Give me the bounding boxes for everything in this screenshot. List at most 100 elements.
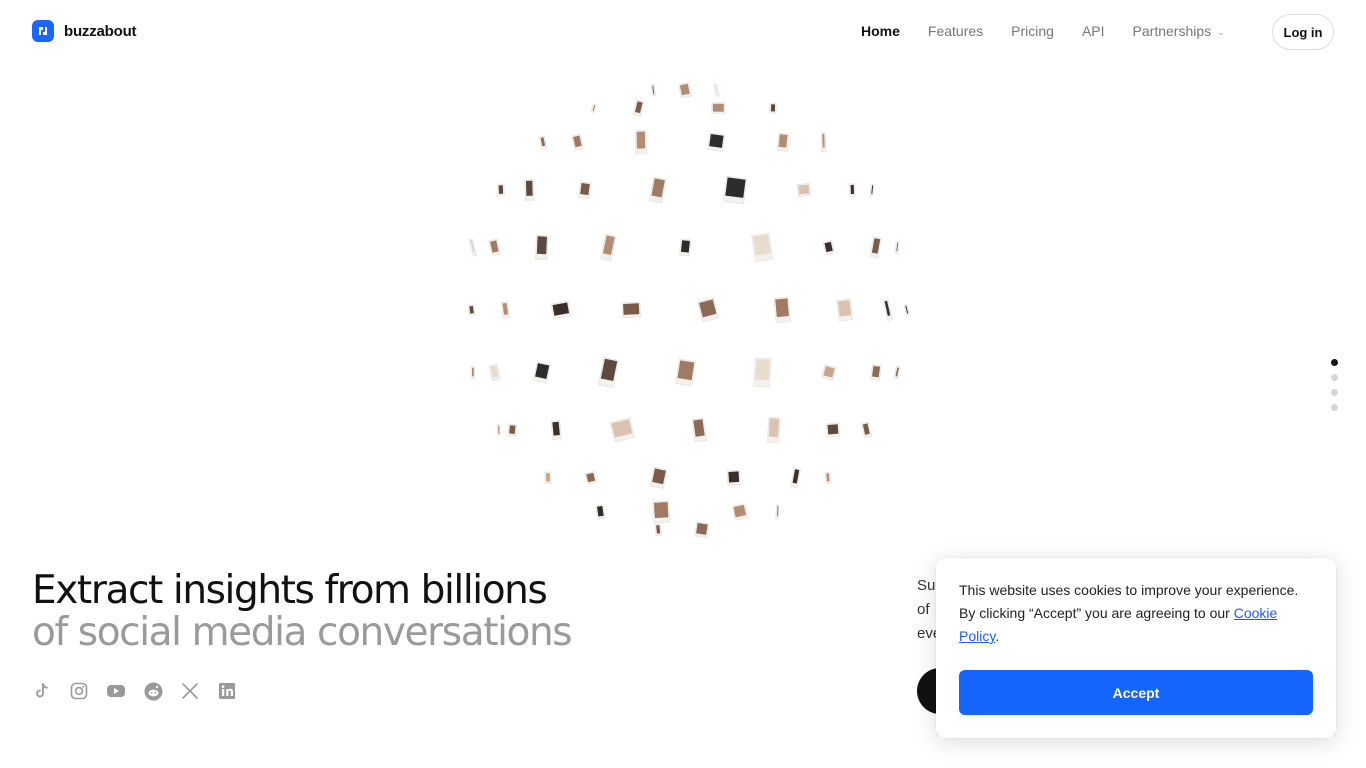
post-thumbnail [767, 416, 781, 444]
youtube-icon[interactable] [106, 681, 126, 701]
post-thumbnail [649, 466, 668, 489]
post-thumbnail [550, 300, 572, 320]
post-thumbnail [538, 135, 547, 149]
post-thumbnail [496, 424, 500, 436]
post-thumbnail [571, 133, 584, 151]
post-thumbnail [707, 132, 726, 152]
post-thumbnail [544, 471, 552, 485]
post-thumbnail [903, 303, 910, 316]
section-dot[interactable] [1331, 389, 1338, 396]
section-dot[interactable] [1331, 359, 1338, 366]
section-dot[interactable] [1331, 404, 1338, 411]
nav-partnerships[interactable]: Partnerships ⌄ [1133, 23, 1225, 39]
post-thumbnail [654, 523, 662, 537]
post-thumbnail [467, 304, 476, 316]
post-thumbnail [753, 357, 772, 388]
post-thumbnail [550, 420, 562, 440]
post-thumbnail [497, 183, 505, 197]
post-thumbnail [711, 102, 726, 114]
post-thumbnail [713, 83, 720, 97]
post-thumbnail [650, 84, 656, 97]
linkedin-icon[interactable] [217, 681, 237, 701]
post-thumbnail [861, 421, 872, 439]
post-thumbnail [849, 183, 856, 197]
cookie-message-line1: This website uses cookies to improve you… [959, 582, 1299, 598]
post-thumbnail [773, 296, 791, 324]
post-thumbnail [694, 521, 710, 539]
post-thumbnail [532, 361, 551, 384]
post-thumbnail [535, 234, 549, 261]
post-thumbnail [723, 175, 748, 205]
post-thumbnail [524, 179, 535, 201]
post-thumbnail [776, 132, 790, 152]
brand-name: buzzabout [64, 22, 137, 40]
main-nav: Home Features Pricing API Partnerships ⌄ [861, 23, 1253, 39]
post-thumbnail [790, 467, 801, 489]
post-thumbnail [893, 365, 901, 380]
post-thumbnail [825, 422, 841, 438]
post-thumbnail [507, 423, 518, 437]
x-icon[interactable] [180, 681, 200, 701]
post-thumbnail [600, 233, 617, 262]
post-thumbnail [632, 99, 645, 117]
post-thumbnail [882, 299, 893, 321]
section-dot[interactable] [1331, 374, 1338, 381]
post-thumbnail [751, 232, 774, 263]
nav-features[interactable]: Features [928, 23, 983, 39]
post-thumbnail [870, 364, 882, 381]
post-thumbnail [609, 417, 635, 443]
cookie-banner: This website uses cookies to improve you… [936, 558, 1336, 738]
post-thumbnail [488, 238, 501, 257]
nav-pricing[interactable]: Pricing [1011, 23, 1054, 39]
hero-title-line1: Extract insights from billions [32, 568, 548, 613]
nav-api[interactable]: API [1082, 23, 1105, 39]
post-thumbnail [584, 470, 598, 485]
section-dots [1331, 359, 1338, 411]
social-links [32, 681, 237, 701]
post-thumbnail [590, 103, 597, 113]
instagram-icon[interactable] [69, 681, 89, 701]
post-thumbnail [769, 102, 777, 114]
buzzabout-logo-icon [32, 20, 54, 42]
post-thumbnail [697, 297, 720, 323]
post-thumbnail [679, 238, 692, 257]
post-thumbnail [869, 236, 882, 259]
post-thumbnail [775, 504, 780, 520]
site-header: buzzabout Home Features Pricing API Part… [0, 0, 1366, 64]
post-thumbnail [675, 358, 696, 387]
hero-title: Extract insights from billions of social… [32, 568, 573, 655]
post-thumbnail [836, 298, 854, 322]
post-thumbnail [822, 240, 835, 256]
post-thumbnail [578, 181, 592, 199]
post-thumbnail [678, 82, 692, 99]
post-thumbnail [468, 238, 477, 257]
post-thumbnail [500, 301, 511, 319]
post-thumbnail [726, 469, 741, 486]
post-thumbnail [796, 183, 812, 197]
accept-cookies-button[interactable]: Accept [959, 670, 1313, 715]
post-thumbnail [824, 471, 832, 484]
post-thumbnail [731, 503, 749, 521]
post-thumbnail [488, 363, 501, 382]
tiktok-icon[interactable] [32, 681, 52, 701]
login-button[interactable]: Log in [1272, 14, 1334, 50]
cookie-message: This website uses cookies to improve you… [959, 579, 1319, 648]
nav-home[interactable]: Home [861, 23, 900, 39]
post-thumbnail [648, 176, 667, 204]
cookie-message-suffix: . [995, 628, 1000, 644]
post-thumbnail [652, 500, 671, 524]
nav-partnerships-label: Partnerships [1132, 23, 1212, 39]
post-thumbnail [621, 301, 641, 319]
post-thumbnail [820, 132, 827, 153]
social-posts-globe [467, 82, 910, 539]
post-thumbnail [635, 130, 647, 155]
cookie-message-line2: By clicking “Accept” you are agreeing to… [959, 605, 1234, 621]
hero-title-line2: of social media conversations [32, 610, 573, 655]
chevron-down-icon: ⌄ [1217, 27, 1225, 37]
reddit-icon[interactable] [143, 681, 163, 701]
post-thumbnail [595, 504, 606, 520]
post-thumbnail [598, 356, 619, 389]
post-thumbnail [470, 366, 476, 379]
post-thumbnail [691, 417, 707, 443]
brand[interactable]: buzzabout [32, 20, 137, 42]
